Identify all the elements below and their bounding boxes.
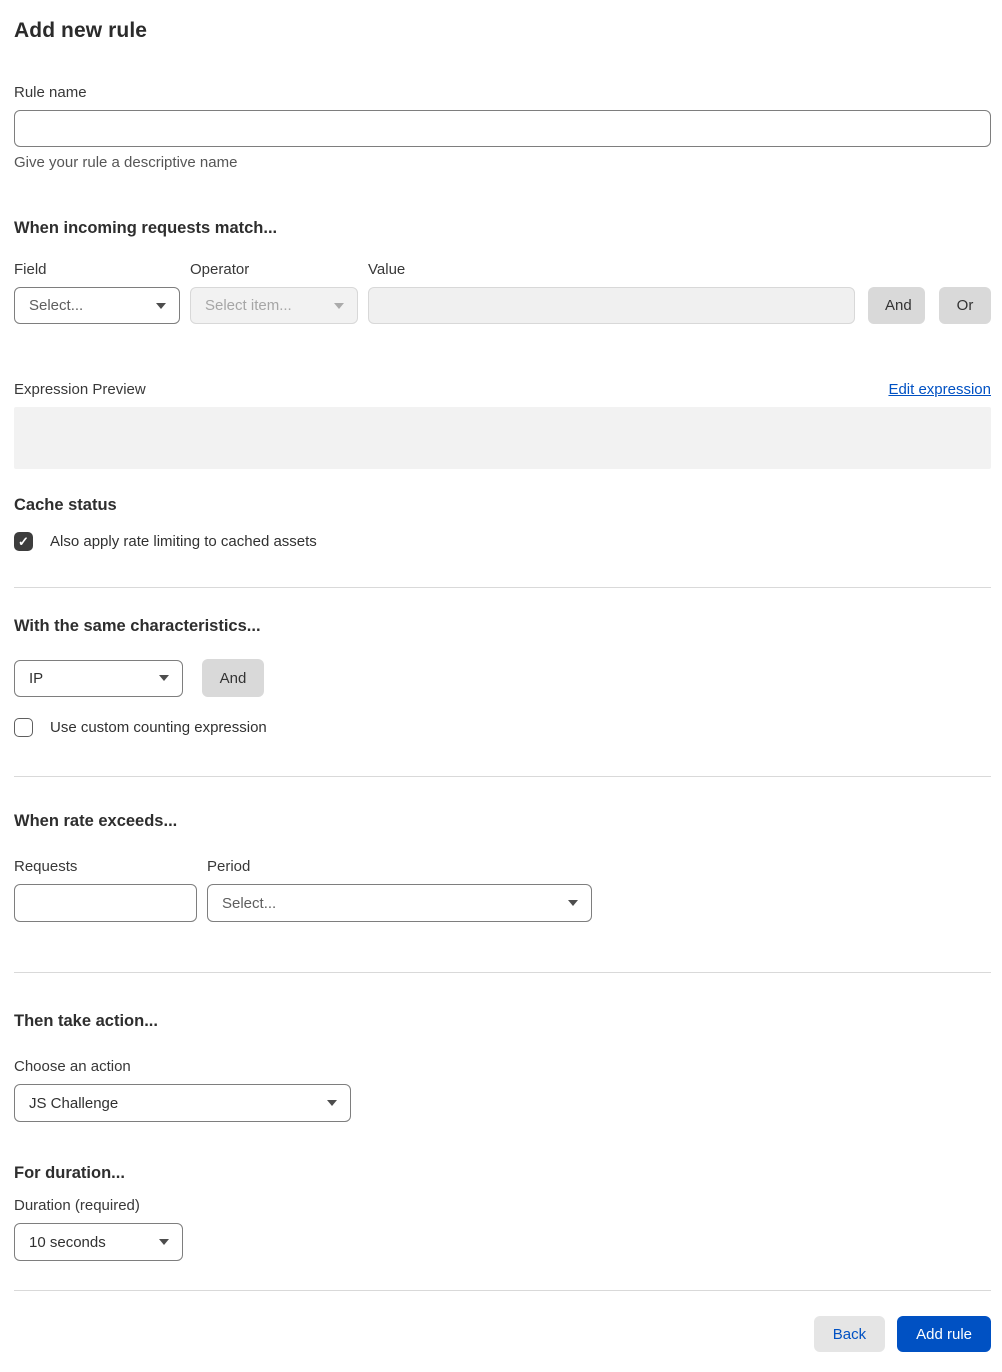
rule-name-group: Rule name Give your rule a descriptive n…: [14, 84, 991, 171]
section-divider: [14, 587, 991, 588]
value-input: [368, 287, 855, 324]
rule-name-input[interactable]: [14, 110, 991, 147]
rate-heading: When rate exceeds...: [14, 812, 178, 830]
add-rule-page: Add new rule Rule name Give your rule a …: [0, 0, 1002, 1372]
match-row: Field Select... Operator Select item... …: [14, 261, 991, 324]
section-divider: [14, 972, 991, 973]
operator-select: Select item...: [190, 287, 358, 324]
field-label: Field: [14, 261, 47, 278]
value-label: Value: [368, 261, 406, 278]
chevron-down-icon: [334, 302, 344, 309]
counting-expression-checkbox-row[interactable]: Use custom counting expression: [14, 718, 991, 737]
rule-name-label: Rule name: [14, 84, 87, 101]
footer-actions: Back Add rule: [14, 1316, 991, 1352]
field-select[interactable]: Select...: [14, 287, 180, 324]
period-column: Period Select...: [207, 858, 592, 922]
chevron-down-icon: [327, 1100, 337, 1106]
characteristics-row: IP And: [14, 659, 991, 697]
characteristic-select[interactable]: IP: [14, 659, 183, 697]
action-select-value: JS Challenge: [29, 1094, 119, 1112]
requests-column: Requests: [14, 858, 197, 922]
field-select-value: Select...: [29, 297, 84, 314]
action-heading: Then take action...: [14, 1012, 158, 1030]
characteristics-and-button[interactable]: And: [202, 659, 264, 697]
operator-label: Operator: [190, 261, 250, 278]
requests-input[interactable]: [14, 884, 197, 922]
field-column: Field Select...: [14, 261, 180, 324]
cache-status-heading: Cache status: [14, 496, 117, 514]
duration-label: Duration (required): [14, 1197, 140, 1214]
chevron-down-icon: [159, 675, 169, 681]
action-select[interactable]: JS Challenge: [14, 1084, 351, 1122]
expression-preview-label: Expression Preview: [14, 381, 146, 398]
rule-name-helper: Give your rule a descriptive name: [14, 154, 238, 171]
cache-checkbox-label: Also apply rate limiting to cached asset…: [50, 533, 317, 550]
chevron-down-icon: [156, 302, 166, 309]
duration-heading: For duration...: [14, 1164, 125, 1182]
rate-row: Requests Period Select...: [14, 858, 991, 922]
chevron-down-icon: [159, 1239, 169, 1245]
period-select[interactable]: Select...: [207, 884, 592, 922]
section-divider: [14, 1290, 991, 1291]
period-select-value: Select...: [222, 894, 277, 912]
and-button[interactable]: And: [868, 287, 925, 324]
action-label: Choose an action: [14, 1058, 131, 1075]
counting-expression-label: Use custom counting expression: [50, 719, 267, 736]
duration-select[interactable]: 10 seconds: [14, 1223, 183, 1261]
duration-select-value: 10 seconds: [29, 1233, 106, 1251]
page-title: Add new rule: [14, 19, 148, 42]
add-rule-button[interactable]: Add rule: [897, 1316, 991, 1352]
period-label: Period: [207, 858, 251, 875]
characteristic-select-value: IP: [29, 669, 44, 687]
or-button[interactable]: Or: [939, 287, 991, 324]
expression-header: Expression Preview Edit expression: [14, 381, 991, 398]
characteristics-heading: With the same characteristics...: [14, 617, 261, 635]
value-column: Value: [368, 261, 855, 324]
operator-column: Operator Select item...: [190, 261, 358, 324]
back-button[interactable]: Back: [813, 1316, 886, 1352]
match-section-heading: When incoming requests match...: [14, 219, 278, 237]
requests-label: Requests: [14, 858, 78, 875]
expression-preview-box: [14, 407, 991, 469]
operator-select-value: Select item...: [205, 297, 292, 314]
chevron-down-icon: [568, 900, 578, 906]
section-divider: [14, 776, 991, 777]
edit-expression-link[interactable]: Edit expression: [888, 381, 991, 398]
cache-checkbox-row[interactable]: ✓ Also apply rate limiting to cached ass…: [14, 532, 991, 551]
checkbox-unchecked-icon[interactable]: [14, 718, 33, 737]
checkbox-checked-icon[interactable]: ✓: [14, 532, 33, 551]
